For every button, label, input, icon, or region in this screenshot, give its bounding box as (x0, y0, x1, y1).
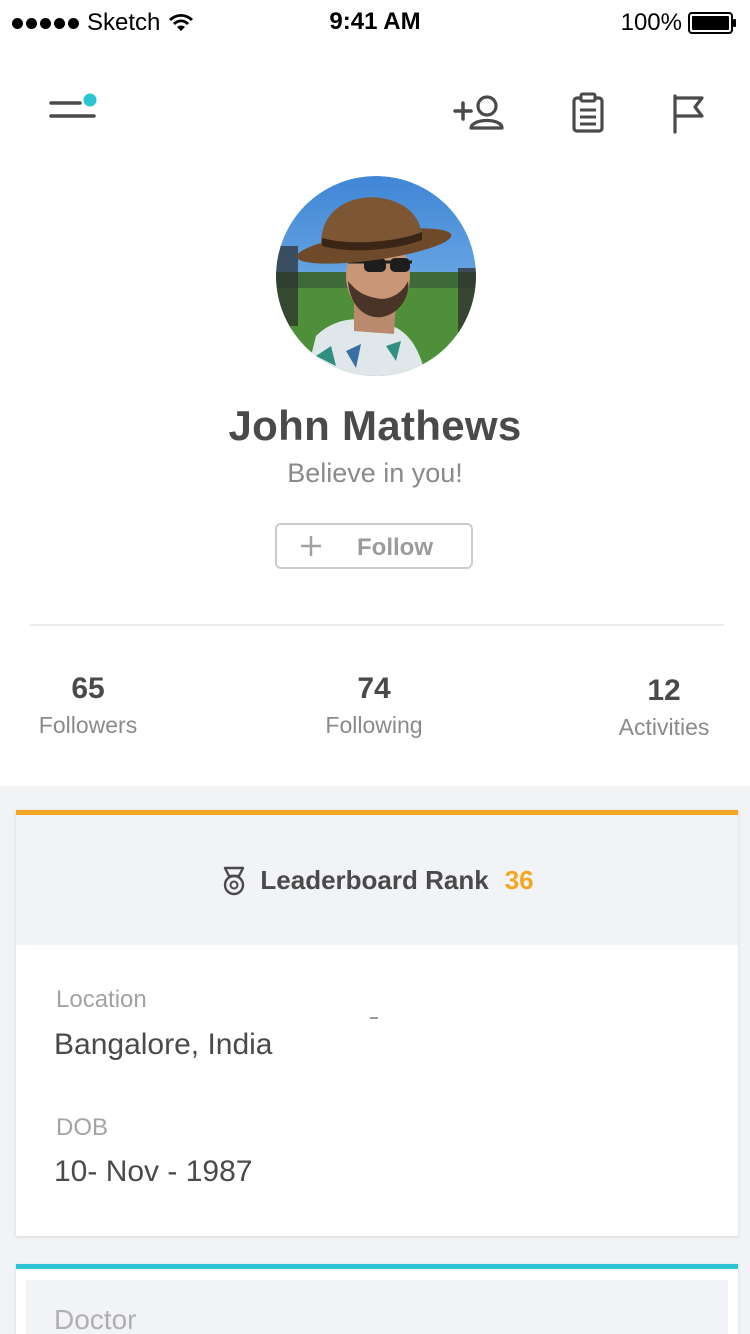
flag-icon[interactable] (670, 92, 706, 134)
profile-header: Sketch 9:41 AM 100% John Mathews Believe… (0, 0, 750, 786)
profile-bio: Believe in you! (287, 458, 463, 488)
occupation-label: Doctor (54, 1304, 137, 1334)
follow-button[interactable]: Follow (275, 523, 473, 569)
avatar (276, 176, 476, 376)
stat-activities[interactable]: 12 Activities (594, 674, 734, 741)
status-right: 100% (621, 8, 738, 38)
card-accent-bar (16, 1264, 738, 1269)
profile-info-card: Leaderboard Rank 36 Location Bangalore, … (16, 810, 738, 1236)
battery-percent: 100% (620, 9, 682, 36)
separator-mark (370, 1017, 378, 1019)
profile-name: John Mathews (228, 402, 522, 449)
occupation-card: Doctor (16, 1264, 738, 1334)
dob-value: 10- Nov - 1987 (54, 1155, 253, 1188)
stat-value: 12 (647, 674, 681, 707)
stat-label: Activities (618, 714, 710, 740)
divider (30, 624, 724, 626)
leaderboard-rank: 36 (504, 865, 534, 895)
plus-icon (301, 536, 321, 556)
location-value: Bangalore, India (54, 1028, 273, 1061)
status-bar: Sketch 9:41 AM 100% (0, 0, 750, 44)
stat-followers[interactable]: 65 Followers (18, 672, 158, 739)
stat-label: Followers (38, 712, 138, 738)
leaderboard-row: Leaderboard Rank 36 (16, 865, 738, 896)
menu-icon[interactable] (48, 92, 100, 122)
add-user-icon[interactable] (452, 92, 506, 132)
leaderboard-label: Leaderboard Rank (260, 865, 489, 895)
location-label: Location (56, 986, 147, 1013)
leaderboard-section[interactable]: Leaderboard Rank 36 (16, 815, 738, 950)
battery-icon (688, 12, 736, 34)
stat-value: 65 (71, 672, 105, 705)
stat-label: Following (325, 712, 423, 738)
dob-label: DOB (56, 1114, 109, 1141)
section-divider (36, 948, 720, 950)
stat-value: 74 (357, 672, 391, 705)
clipboard-icon[interactable] (570, 92, 606, 134)
stat-following[interactable]: 74 Following (304, 672, 444, 739)
follow-button-label: Follow (357, 534, 433, 561)
medal-icon (224, 866, 245, 895)
